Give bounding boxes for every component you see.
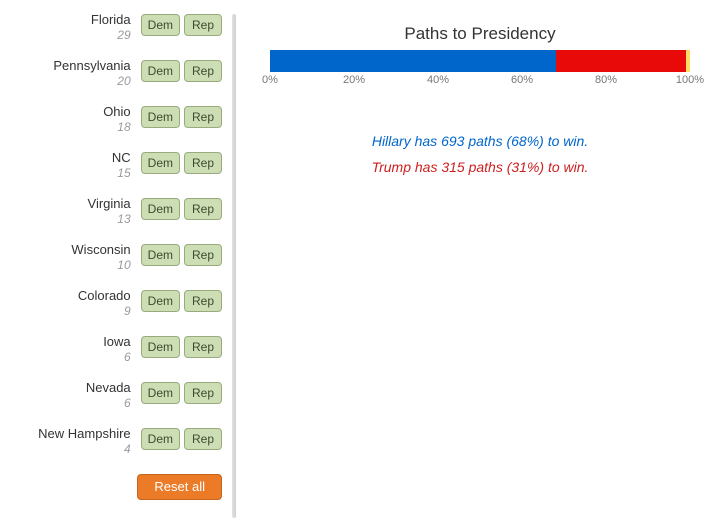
state-name: Wisconsin — [21, 242, 131, 257]
chart-title: Paths to Presidency — [258, 24, 702, 44]
rep-button[interactable]: Rep — [184, 152, 222, 174]
state-row: New Hampshire4DemRep — [0, 424, 222, 470]
bar-segment-dem — [270, 50, 556, 72]
dem-button[interactable]: Dem — [141, 428, 180, 450]
rep-button[interactable]: Rep — [184, 336, 222, 358]
summary-rep-text: Trump has 315 paths (31%) to win. — [258, 154, 702, 180]
rep-button[interactable]: Rep — [184, 382, 222, 404]
state-name: NC — [21, 150, 131, 165]
state-electoral-votes: 9 — [21, 303, 131, 319]
axis-tick: 40% — [427, 74, 449, 86]
state-name: New Hampshire — [21, 426, 131, 441]
rep-button[interactable]: Rep — [184, 244, 222, 266]
state-electoral-votes: 18 — [21, 119, 131, 135]
state-label-col: Wisconsin10 — [21, 240, 141, 273]
state-label-col: Pennsylvania20 — [21, 56, 141, 89]
state-row: Ohio18DemRep — [0, 102, 222, 148]
dem-button[interactable]: Dem — [141, 152, 180, 174]
app-root: Florida29DemRepPennsylvania20DemRepOhio1… — [0, 0, 720, 532]
state-label-col: New Hampshire4 — [21, 424, 141, 457]
state-row: Nevada6DemRep — [0, 378, 222, 424]
party-button-group: DemRep — [141, 194, 222, 220]
rep-button[interactable]: Rep — [184, 106, 222, 128]
state-electoral-votes: 29 — [21, 27, 131, 43]
state-label-col: Ohio18 — [21, 102, 141, 135]
dem-button[interactable]: Dem — [141, 336, 180, 358]
party-button-group: DemRep — [141, 148, 222, 174]
party-button-group: DemRep — [141, 10, 222, 36]
state-row: Iowa6DemRep — [0, 332, 222, 378]
state-row: Virginia13DemRep — [0, 194, 222, 240]
state-name: Virginia — [21, 196, 131, 211]
axis-tick: 80% — [595, 74, 617, 86]
party-button-group: DemRep — [141, 56, 222, 82]
state-label-col: NC15 — [21, 148, 141, 181]
state-row: Wisconsin10DemRep — [0, 240, 222, 286]
party-button-group: DemRep — [141, 286, 222, 312]
state-electoral-votes: 4 — [21, 441, 131, 457]
summary-dem-text: Hillary has 693 paths (68%) to win. — [258, 128, 702, 154]
state-picker-panel: Florida29DemRepPennsylvania20DemRepOhio1… — [0, 0, 230, 532]
dem-button[interactable]: Dem — [141, 382, 180, 404]
vertical-divider — [230, 0, 238, 532]
party-button-group: DemRep — [141, 378, 222, 404]
party-button-group: DemRep — [141, 102, 222, 128]
state-label-col: Nevada6 — [21, 378, 141, 411]
results-panel: Paths to Presidency 0% 20% 40% 60% 80% 1… — [238, 0, 720, 532]
party-button-group: DemRep — [141, 424, 222, 450]
reset-row: Reset all — [0, 470, 222, 500]
state-name: Iowa — [21, 334, 131, 349]
state-row: NC15DemRep — [0, 148, 222, 194]
stacked-bar-track — [270, 50, 690, 72]
state-electoral-votes: 15 — [21, 165, 131, 181]
state-label-col: Virginia13 — [21, 194, 141, 227]
state-label-col: Florida29 — [21, 10, 141, 43]
state-name: Colorado — [21, 288, 131, 303]
state-name: Pennsylvania — [21, 58, 131, 73]
dem-button[interactable]: Dem — [141, 60, 180, 82]
axis-tick: 20% — [343, 74, 365, 86]
state-electoral-votes: 6 — [21, 349, 131, 365]
state-electoral-votes: 6 — [21, 395, 131, 411]
state-row: Florida29DemRep — [0, 10, 222, 56]
party-button-group: DemRep — [141, 332, 222, 358]
rep-button[interactable]: Rep — [184, 428, 222, 450]
bar-segment-rep — [556, 50, 686, 72]
x-axis: 0% 20% 40% 60% 80% 100% — [270, 74, 690, 92]
reset-all-button[interactable]: Reset all — [137, 474, 222, 500]
rep-button[interactable]: Rep — [184, 14, 222, 36]
dem-button[interactable]: Dem — [141, 290, 180, 312]
state-name: Nevada — [21, 380, 131, 395]
state-name: Ohio — [21, 104, 131, 119]
axis-tick: 0% — [262, 74, 278, 86]
rep-button[interactable]: Rep — [184, 60, 222, 82]
state-name: Florida — [21, 12, 131, 27]
state-electoral-votes: 13 — [21, 211, 131, 227]
dem-button[interactable]: Dem — [141, 106, 180, 128]
dem-button[interactable]: Dem — [141, 14, 180, 36]
axis-tick: 100% — [676, 74, 704, 86]
dem-button[interactable]: Dem — [141, 244, 180, 266]
party-button-group: DemRep — [141, 240, 222, 266]
state-electoral-votes: 10 — [21, 257, 131, 273]
state-row: Colorado9DemRep — [0, 286, 222, 332]
rep-button[interactable]: Rep — [184, 198, 222, 220]
axis-tick: 60% — [511, 74, 533, 86]
dem-button[interactable]: Dem — [141, 198, 180, 220]
state-electoral-votes: 20 — [21, 73, 131, 89]
state-label-col: Iowa6 — [21, 332, 141, 365]
summary-block: Hillary has 693 paths (68%) to win. Trum… — [258, 128, 702, 180]
rep-button[interactable]: Rep — [184, 290, 222, 312]
paths-bar-chart: 0% 20% 40% 60% 80% 100% — [270, 50, 690, 92]
state-row: Pennsylvania20DemRep — [0, 56, 222, 102]
state-label-col: Colorado9 — [21, 286, 141, 319]
